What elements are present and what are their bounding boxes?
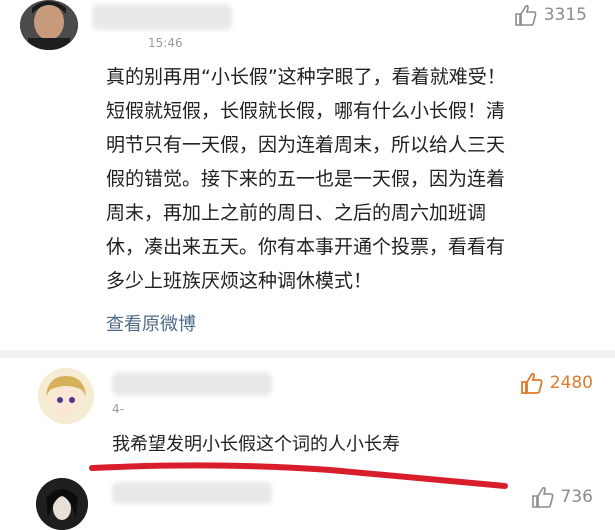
red-underline-annotation [89, 462, 508, 489]
thumbs-up-icon [514, 4, 537, 26]
like-count: 3315 [543, 5, 587, 25]
username-blurred[interactable] [112, 372, 272, 396]
thumbs-up-icon [520, 372, 543, 394]
avatar[interactable] [20, 0, 78, 50]
avatar[interactable] [36, 478, 88, 530]
divider [0, 350, 615, 358]
timestamp: 4- [112, 402, 124, 416]
username-blurred[interactable] [112, 482, 272, 504]
like-button[interactable]: 2480 [520, 372, 593, 394]
view-original-link[interactable]: 查看原微博 [106, 310, 196, 336]
comment-text: 真的别再用“小长假”这种字眼了，看着就难受！ 短假就短假，长假就长假，哪有什么小… [106, 66, 506, 292]
user-photo-icon [20, 0, 78, 50]
like-button[interactable]: 3315 [514, 4, 587, 26]
anime-avatar-icon [38, 368, 94, 424]
like-button[interactable]: 736 [531, 486, 593, 508]
dark-avatar-icon [36, 478, 88, 530]
like-count: 2480 [549, 373, 593, 393]
thumbs-up-icon [531, 486, 553, 508]
like-count: 736 [560, 487, 593, 507]
username-blurred[interactable] [92, 4, 232, 30]
timestamp: 15:46 [148, 36, 183, 50]
avatar[interactable] [38, 368, 94, 424]
